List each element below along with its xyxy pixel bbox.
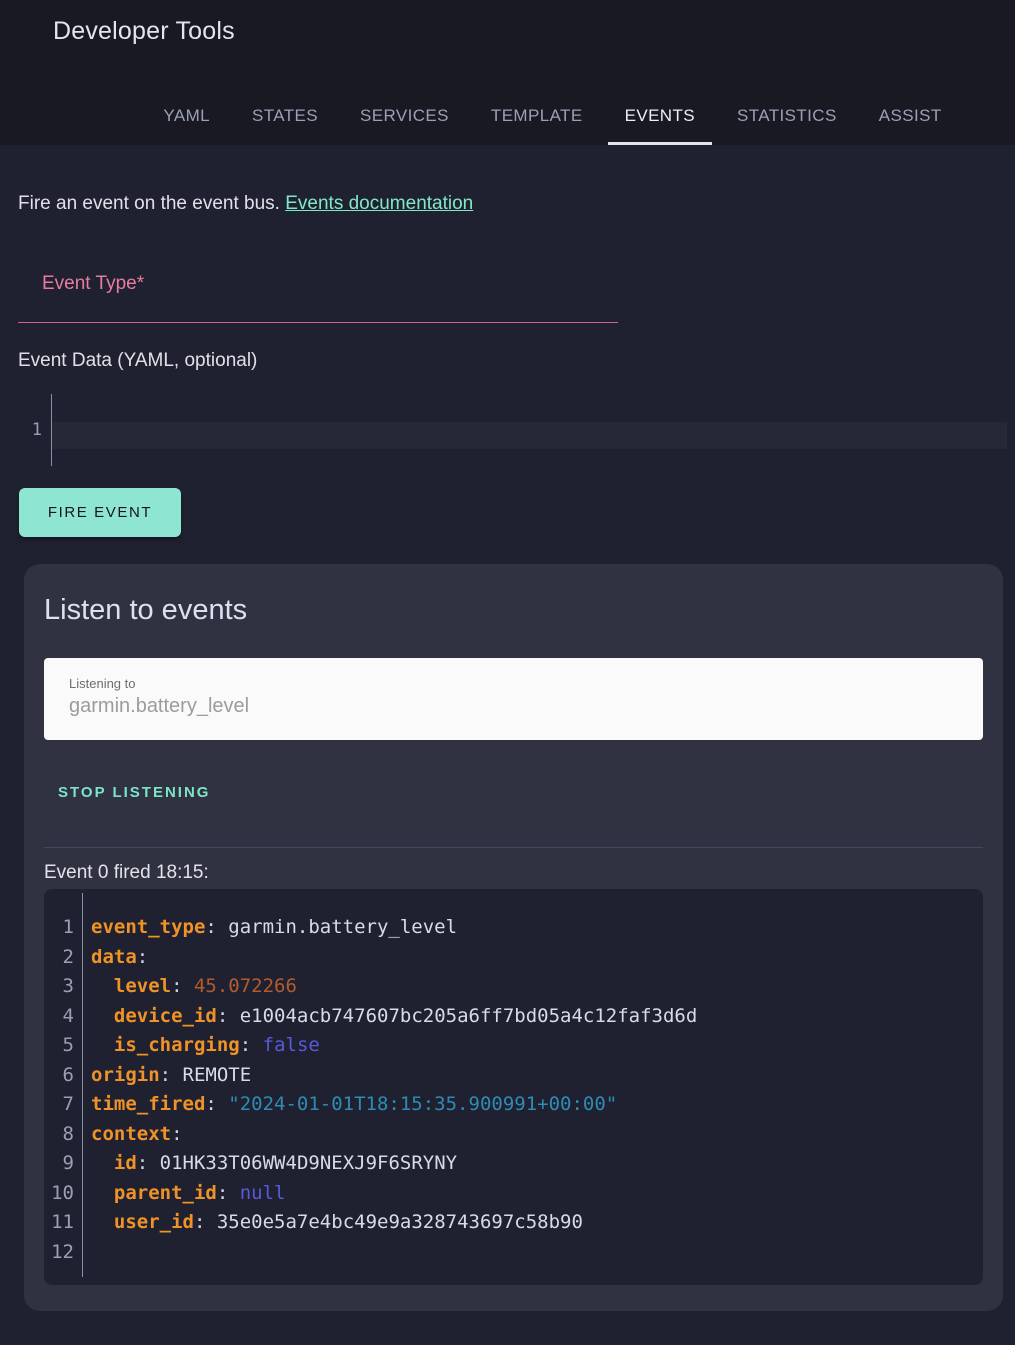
listen-title: Listen to events	[44, 594, 983, 627]
code-line-content: origin: REMOTE	[74, 1061, 251, 1091]
code-line: 8context:	[44, 1120, 983, 1150]
code-line: 4 device_id: e1004acb747607bc205a6ff7bd0…	[44, 1002, 983, 1032]
code-line-content: parent_id: null	[74, 1179, 286, 1209]
code-line-number: 8	[44, 1120, 74, 1150]
intro-label: Fire an event on the event bus.	[18, 193, 285, 214]
code-line-content: time_fired: "2024-01-01T18:15:35.900991+…	[74, 1090, 617, 1120]
page-title: Developer Tools	[0, 0, 1015, 46]
events-documentation-link[interactable]: Events documentation	[285, 193, 473, 214]
code-line-number: 7	[44, 1090, 74, 1120]
code-line: 5 is_charging: false	[44, 1031, 983, 1061]
code-line: 10 parent_id: null	[44, 1179, 983, 1209]
event-fired-header: Event 0 fired 18:15:	[44, 862, 983, 884]
code-line-number: 3	[44, 972, 74, 1002]
code-line: 2data:	[44, 943, 983, 973]
code-line: 1event_type: garmin.battery_level	[44, 913, 983, 943]
code-line-number: 10	[44, 1179, 74, 1209]
event-type-input[interactable]: Event Type*	[18, 249, 618, 323]
fire-event-button[interactable]: FIRE EVENT	[19, 488, 181, 537]
tab-services[interactable]: SERVICES	[343, 86, 466, 145]
code-line: 7time_fired: "2024-01-01T18:15:35.900991…	[44, 1090, 983, 1120]
app-header: Developer Tools YAML STATES SERVICES TEMPLA…	[0, 0, 1015, 145]
event-data-label: Event Data (YAML, optional)	[18, 350, 997, 372]
code-line-number: 5	[44, 1031, 74, 1061]
code-line-content: data:	[74, 943, 148, 973]
tab-assist[interactable]: ASSIST	[862, 86, 959, 145]
tab-statistics[interactable]: STATISTICS	[720, 86, 854, 145]
code-line-number: 6	[44, 1061, 74, 1091]
editor-line-number: 1	[32, 420, 42, 440]
fire-event-section: Fire an event on the event bus. Events d…	[0, 193, 1015, 537]
tab-yaml[interactable]: YAML	[146, 86, 227, 145]
tab-label: SERVICES	[360, 106, 449, 126]
code-line-content: device_id: e1004acb747607bc205a6ff7bd05a…	[74, 1002, 697, 1032]
code-line: 3 level: 45.072266	[44, 972, 983, 1002]
listening-to-input[interactable]: Listening to garmin.battery_level	[44, 658, 983, 740]
code-line-number: 11	[44, 1208, 74, 1238]
tab-label: STATISTICS	[737, 106, 837, 126]
tab-states[interactable]: STATES	[235, 86, 335, 145]
tab-label: STATES	[252, 106, 318, 126]
code-line-content: id: 01HK33T06WW4D9NEXJ9F6SRYNY	[74, 1149, 457, 1179]
code-line: 11 user_id: 35e0e5a7e4bc49e9a328743697c5…	[44, 1208, 983, 1238]
tab-label: EVENTS	[625, 106, 695, 126]
tab-events[interactable]: EVENTS	[608, 86, 712, 145]
code-line-content: level: 45.072266	[74, 972, 297, 1002]
code-line-content: context:	[74, 1120, 183, 1150]
tab-template[interactable]: TEMPLATE	[474, 86, 600, 145]
code-line-number: 4	[44, 1002, 74, 1032]
event-data-editor[interactable]: 1	[18, 394, 1007, 466]
code-line-number: 2	[44, 943, 74, 973]
code-line: 12	[44, 1238, 983, 1268]
code-gutter-rule	[82, 893, 83, 1277]
tab-bar: YAML STATES SERVICES TEMPLATE EVENTS STATISTI…	[0, 86, 1015, 145]
event-yaml-code[interactable]: 1event_type: garmin.battery_level2data:3…	[44, 889, 983, 1285]
tab-label: TEMPLATE	[491, 106, 583, 126]
intro-text: Fire an event on the event bus. Events d…	[18, 193, 997, 215]
tab-label: YAML	[163, 106, 210, 126]
listening-to-value: garmin.battery_level	[69, 695, 983, 718]
tab-label: ASSIST	[879, 106, 942, 126]
listening-to-label: Listening to	[69, 676, 983, 691]
code-line-content: is_charging: false	[74, 1031, 320, 1061]
code-line-content: event_type: garmin.battery_level	[74, 913, 457, 943]
listen-to-events-card: Listen to events Listening to garmin.bat…	[24, 564, 1003, 1311]
editor-content[interactable]	[52, 394, 1007, 466]
code-line-number: 9	[44, 1149, 74, 1179]
code-line: 6origin: REMOTE	[44, 1061, 983, 1091]
editor-active-line	[52, 422, 1007, 449]
card-divider	[44, 847, 983, 848]
code-line-number: 12	[44, 1238, 74, 1268]
code-line: 9 id: 01HK33T06WW4D9NEXJ9F6SRYNY	[44, 1149, 983, 1179]
editor-gutter: 1	[18, 394, 52, 466]
stop-listening-button[interactable]: STOP LISTENING	[50, 776, 218, 809]
code-line-content: user_id: 35e0e5a7e4bc49e9a328743697c58b9…	[74, 1208, 583, 1238]
event-type-label: Event Type*	[18, 249, 618, 295]
code-line-number: 1	[44, 913, 74, 943]
